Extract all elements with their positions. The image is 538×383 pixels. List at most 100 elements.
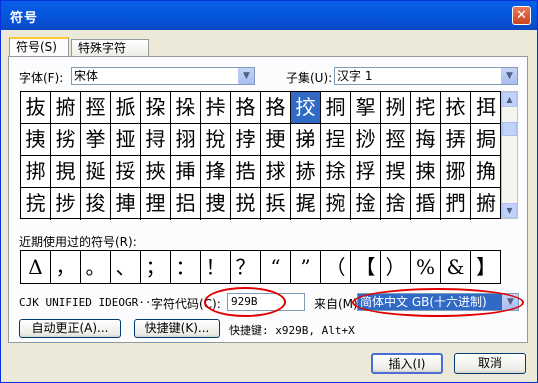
- symbol-cell[interactable]: 捇: [291, 156, 321, 188]
- symbol-cell[interactable]: 挱: [351, 124, 381, 156]
- recent-symbol-cell[interactable]: ！: [201, 251, 231, 283]
- close-icon[interactable]: ✕: [512, 6, 531, 25]
- symbol-cell[interactable]: 捝: [231, 188, 261, 220]
- symbol-cell[interactable]: 捨: [381, 188, 411, 220]
- symbol-cell[interactable]: 捓: [441, 156, 471, 188]
- symbol-cell[interactable]: 挼: [111, 156, 141, 188]
- symbol-cell[interactable]: 挒: [381, 92, 411, 124]
- tab-symbols[interactable]: 符号(S): [9, 37, 69, 57]
- from-label: 来自(M): [314, 297, 358, 311]
- symbol-cell[interactable]: 捁: [231, 156, 261, 188]
- symbol-cell[interactable]: 挬: [231, 124, 261, 156]
- symbol-cell[interactable]: 挔: [441, 92, 471, 124]
- recent-symbol-cell[interactable]: &: [441, 251, 471, 283]
- symbol-cell[interactable]: 抜: [21, 92, 51, 124]
- recent-symbol-cell[interactable]: ）: [381, 251, 411, 283]
- symbol-cell[interactable]: 挗: [21, 124, 51, 156]
- symbol-cell[interactable]: 挆: [171, 92, 201, 124]
- symbol-cell[interactable]: 挐: [351, 92, 381, 124]
- symbol-cell[interactable]: 捪: [411, 188, 441, 220]
- symbol-cell[interactable]: 捚: [141, 188, 171, 220]
- recent-symbol-cell[interactable]: ；: [141, 251, 171, 283]
- tab-special-characters[interactable]: 特殊字符(P): [71, 39, 149, 71]
- recent-symbol-cell[interactable]: 。: [81, 251, 111, 283]
- scroll-up-icon[interactable]: ▲: [502, 92, 517, 107]
- symbol-cell[interactable]: 捖: [21, 188, 51, 220]
- symbol-cell[interactable]: 挧: [171, 124, 201, 156]
- shortcut-key-button[interactable]: 快捷键(K)...: [134, 319, 220, 338]
- chevron-down-icon[interactable]: ▼: [502, 294, 518, 310]
- symbol-cell[interactable]: 挌: [231, 92, 261, 124]
- symbol-cell[interactable]: 捊: [351, 156, 381, 188]
- cancel-button[interactable]: 取消: [454, 353, 526, 374]
- symbol-cell[interactable]: 挍: [291, 92, 321, 124]
- symbol-cell[interactable]: 捗: [51, 188, 81, 220]
- symbol-cell[interactable]: 挕: [471, 92, 501, 124]
- from-select[interactable]: 简体中文 GB(十六进制) ▼: [357, 293, 519, 311]
- recent-symbol-cell[interactable]: Δ: [21, 251, 51, 283]
- subset-select[interactable]: 汉字 1 ▼: [334, 67, 518, 85]
- symbol-cell[interactable]: 挙: [81, 124, 111, 156]
- symbol-cell[interactable]: 挘: [51, 124, 81, 156]
- symbol-cell[interactable]: 挶: [471, 124, 501, 156]
- symbol-cell[interactable]: 挀: [111, 92, 141, 124]
- window-title: 符号: [10, 11, 39, 26]
- insert-button[interactable]: 插入(I): [371, 353, 443, 374]
- symbol-cell[interactable]: 挸: [51, 156, 81, 188]
- symbol-cell[interactable]: 捙: [111, 188, 141, 220]
- recent-symbol-cell[interactable]: ”: [291, 251, 321, 283]
- symbol-cell[interactable]: 挮: [291, 124, 321, 156]
- recent-symbol-cell[interactable]: ，: [51, 251, 81, 283]
- chevron-down-icon[interactable]: ▼: [238, 68, 254, 84]
- symbol-cell[interactable]: 捥: [321, 188, 351, 220]
- chevron-down-icon[interactable]: ▼: [501, 68, 517, 84]
- symbol-cell[interactable]: 挳: [381, 124, 411, 156]
- char-code-input[interactable]: 929B: [227, 293, 305, 311]
- symbol-cell[interactable]: 捤: [291, 188, 321, 220]
- symbol-cell[interactable]: 挳: [81, 92, 111, 124]
- autocorrect-button[interactable]: 自动更正(A)...: [19, 319, 121, 338]
- symbol-cell[interactable]: 挿: [171, 156, 201, 188]
- symbol-cell[interactable]: 挦: [141, 124, 171, 156]
- symbol-cell[interactable]: 捜: [201, 188, 231, 220]
- grid-scrollbar[interactable]: ▲ ▼: [501, 91, 518, 219]
- symbol-cell[interactable]: 捈: [321, 156, 351, 188]
- symbol-cell[interactable]: 捀: [201, 156, 231, 188]
- symbol-cell[interactable]: 挜: [111, 124, 141, 156]
- scroll-thumb[interactable]: [502, 122, 517, 136]
- recent-symbol-cell[interactable]: ：: [171, 251, 201, 283]
- symbol-cell[interactable]: 捫: [441, 188, 471, 220]
- symbol-cell[interactable]: 挌: [261, 92, 291, 124]
- font-select[interactable]: 宋体 ▼: [71, 67, 255, 85]
- recent-symbol-cell[interactable]: ？: [231, 251, 261, 283]
- symbol-cell[interactable]: 挩: [201, 124, 231, 156]
- symbol-cell[interactable]: 挻: [81, 156, 111, 188]
- symbol-cell[interactable]: 捠: [261, 188, 291, 220]
- symbol-cell[interactable]: 挾: [141, 156, 171, 188]
- symbol-cell[interactable]: 挷: [21, 156, 51, 188]
- recent-symbol-cell[interactable]: （: [321, 251, 351, 283]
- symbol-cell[interactable]: 捑: [381, 156, 411, 188]
- symbol-cell[interactable]: 挅: [141, 92, 171, 124]
- recent-symbol-cell[interactable]: %: [411, 251, 441, 283]
- symbol-cell[interactable]: 捄: [261, 156, 291, 188]
- symbol-cell[interactable]: 捒: [411, 156, 441, 188]
- symbol-cell[interactable]: 捦: [351, 188, 381, 220]
- symbol-cell[interactable]: 捛: [171, 188, 201, 220]
- symbol-cell[interactable]: 捬: [471, 188, 501, 220]
- recent-symbol-cell[interactable]: 【: [351, 251, 381, 283]
- symbol-cell[interactable]: 挓: [411, 92, 441, 124]
- symbol-cell[interactable]: 捔: [471, 156, 501, 188]
- symbol-cell[interactable]: 挊: [201, 92, 231, 124]
- recent-symbol-cell[interactable]: “: [261, 251, 291, 283]
- symbol-cell[interactable]: 挏: [321, 92, 351, 124]
- recent-symbol-cell[interactable]: 】: [471, 251, 501, 283]
- symbol-cell[interactable]: 挰: [321, 124, 351, 156]
- symbol-cell[interactable]: 挴: [411, 124, 441, 156]
- symbol-cell[interactable]: 捬: [51, 92, 81, 124]
- symbol-cell[interactable]: 挵: [441, 124, 471, 156]
- symbol-cell[interactable]: 挭: [261, 124, 291, 156]
- symbol-cell[interactable]: 捘: [81, 188, 111, 220]
- recent-symbol-cell[interactable]: 、: [111, 251, 141, 283]
- scroll-down-icon[interactable]: ▼: [502, 203, 517, 218]
